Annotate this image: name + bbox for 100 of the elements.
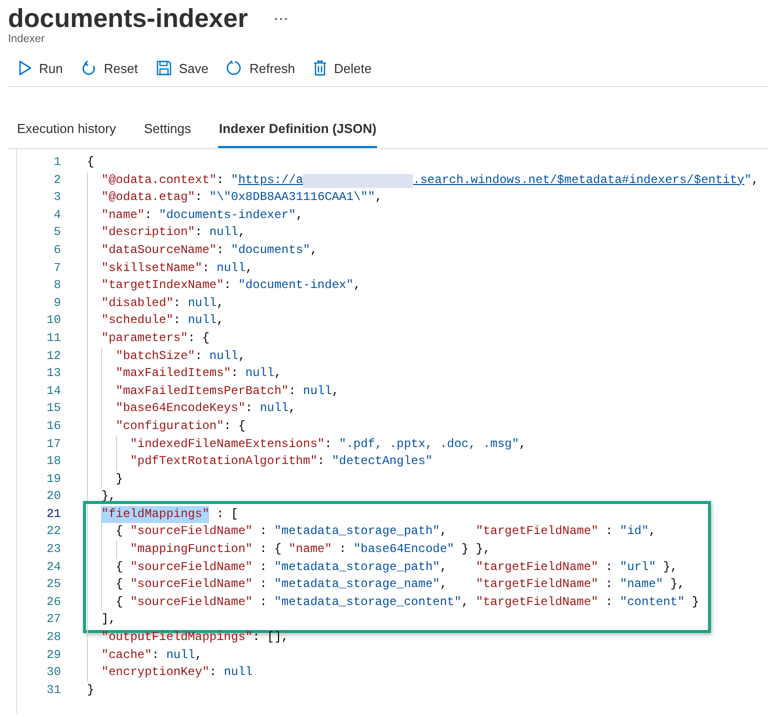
json-punctuation: : — [604, 558, 614, 576]
json-punctuation: , — [332, 382, 340, 400]
json-punctuation: }, — [662, 558, 678, 576]
json-punctuation: , — [440, 558, 448, 576]
json-punctuation: : [], — [252, 629, 289, 646]
line-number: 25 — [46, 576, 61, 594]
line-number: 18 — [46, 453, 61, 470]
json-string: "metadata_storage_path" — [274, 523, 440, 540]
json-key: "schedule" — [101, 312, 174, 330]
json-punctuation: { — [87, 154, 94, 171]
json-punctuation: : — [209, 664, 218, 682]
json-punctuation: , — [216, 312, 224, 330]
json-punctuation: : — [604, 594, 614, 611]
json-punctuation: : — [604, 523, 614, 540]
line-number: 20 — [46, 488, 61, 506]
json-key: "indexedFileNameExtensions" — [130, 436, 325, 454]
line-number: 6 — [52, 242, 61, 259]
json-punctuation: { — [116, 576, 124, 594]
json-string: "id" — [620, 523, 649, 540]
tab[interactable]: Indexer Definition (JSON) — [218, 115, 378, 148]
json-key: "targetFieldName" — [476, 523, 598, 542]
more-options-icon[interactable] — [274, 17, 288, 21]
line-number: 2 — [52, 172, 61, 189]
line-number: 27 — [46, 611, 61, 628]
json-literal: null — [224, 664, 253, 682]
json-punctuation: , — [296, 206, 304, 224]
line-number: 16 — [46, 418, 61, 435]
json-literal: null — [188, 294, 217, 312]
selected-json-key: "fieldMappings" — [101, 506, 210, 524]
json-punctuation: } — [87, 682, 94, 699]
json-string: "url" — [620, 558, 656, 576]
line-number: 26 — [46, 594, 61, 611]
delete-button[interactable]: Delete — [311, 58, 374, 78]
json-key: "cache" — [101, 646, 152, 664]
json-punctuation: , — [353, 277, 361, 294]
json-punctuation: , — [238, 348, 246, 365]
json-punctuation: : { — [258, 541, 282, 558]
json-punctuation: { — [116, 594, 124, 611]
line-number: 12 — [46, 348, 61, 365]
json-punctuation: , — [461, 594, 470, 611]
json-string: "content" — [620, 594, 685, 611]
json-string: "metadata_storage_name" — [274, 576, 440, 594]
line-number: 31 — [46, 682, 61, 699]
undo-arrow-icon — [80, 60, 97, 76]
url-link[interactable]: .search.windows.net/$metadata#indexers/$entity — [413, 172, 744, 190]
json-key: "sourceFieldName" — [130, 558, 253, 576]
json-key: "maxFailedItems" — [116, 365, 231, 383]
json-key: "@odata.etag" — [101, 189, 196, 207]
json-punctuation: { — [116, 558, 124, 576]
json-punctuation: : [ — [216, 506, 238, 523]
json-string: "document-index" — [238, 277, 354, 294]
json-literal: null — [260, 400, 289, 418]
line-number: 24 — [46, 558, 61, 576]
line-number: 14 — [46, 382, 61, 400]
json-punctuation: : — [216, 242, 225, 259]
tab[interactable]: Execution history — [16, 115, 117, 148]
save-button[interactable]: Save — [154, 58, 210, 78]
line-number: 29 — [46, 646, 61, 664]
json-key: "base64EncodeKeys" — [116, 400, 246, 418]
json-punctuation: : { — [188, 330, 210, 347]
json-string: " — [744, 172, 752, 189]
json-punctuation: : — [245, 400, 254, 418]
json-punctuation: : — [173, 312, 182, 330]
json-punctuation: , — [440, 576, 448, 594]
json-key: "sourceFieldName" — [130, 523, 253, 542]
line-number: 7 — [52, 260, 61, 277]
json-punctuation: }, — [669, 576, 685, 594]
page-title: documents-indexer — [8, 3, 248, 33]
json-punctuation: , — [245, 260, 253, 277]
json-punctuation: : — [195, 224, 204, 242]
json-punctuation: , — [195, 646, 202, 664]
json-punctuation: : — [195, 348, 204, 365]
line-number: 15 — [46, 400, 61, 418]
url-link[interactable]: https://a — [238, 172, 304, 190]
json-punctuation: : — [152, 646, 160, 664]
json-literal: null — [188, 312, 217, 330]
json-punctuation: , — [375, 189, 382, 206]
line-number: 17 — [46, 436, 61, 452]
json-punctuation: : — [288, 382, 297, 400]
line-number: 19 — [46, 470, 61, 488]
json-punctuation: , — [238, 224, 246, 242]
tab[interactable]: Settings — [143, 115, 192, 148]
json-key: "outputFieldMappings" — [101, 629, 253, 647]
run-button[interactable]: Run — [16, 58, 65, 78]
json-punctuation: : — [258, 558, 268, 576]
json-key: "pdfTextRotationAlgorithm" — [130, 453, 318, 471]
json-punctuation: : — [144, 206, 153, 224]
line-number: 5 — [52, 224, 61, 242]
refresh-icon — [226, 60, 242, 76]
line-number: 3 — [52, 189, 61, 206]
line-number: 28 — [46, 629, 61, 646]
line-number: 9 — [52, 294, 61, 312]
json-key: "mappingFunction" — [130, 541, 253, 559]
reset-button[interactable]: Reset — [78, 58, 140, 78]
refresh-button[interactable]: Refresh — [224, 58, 297, 78]
json-string: ".pdf, .pptx, .doc, .msg" — [339, 436, 520, 452]
json-string: " — [231, 172, 238, 189]
json-literal: null — [209, 224, 238, 242]
json-punctuation: : — [202, 260, 210, 277]
json-punctuation: , — [274, 365, 282, 382]
